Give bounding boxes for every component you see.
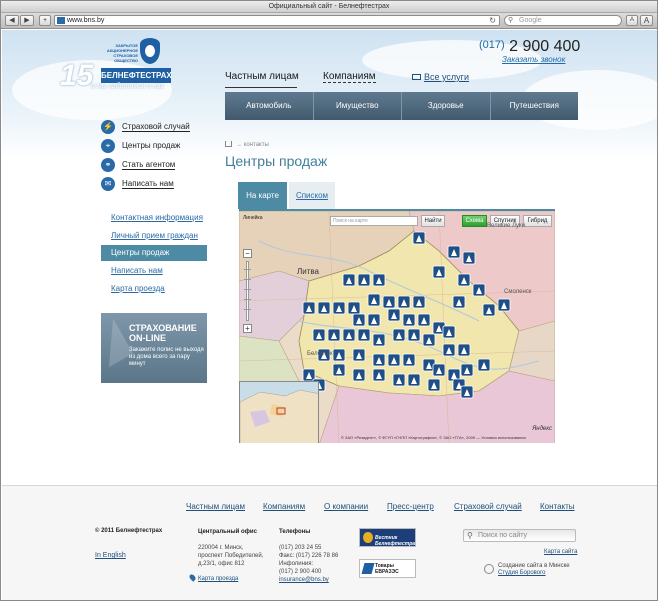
service-menu: Автомобиль Имущество Здоровье Путешестви… bbox=[225, 92, 578, 120]
bulletin-logo-icon bbox=[363, 532, 373, 543]
logo-small-text: Закрытое акционерное страховое общество bbox=[106, 43, 138, 63]
quick-link-write-us[interactable]: ✉ Написать нам bbox=[101, 177, 211, 191]
topnav-active-underline bbox=[225, 87, 297, 88]
location-icon: ⌖ bbox=[101, 139, 115, 153]
map-label-velikie-luki: Великие Луки bbox=[487, 223, 525, 229]
map-find-button[interactable]: Найти bbox=[421, 215, 445, 227]
subnav-personal-reception[interactable]: Личный прием граждан bbox=[101, 228, 207, 244]
topnav-private[interactable]: Частным лицам bbox=[225, 71, 299, 82]
quick-link-sales-centers[interactable]: ⌖ Центры продаж bbox=[101, 139, 211, 153]
browser-toolbar: ◀ ▶ + www.bns.by ↻ ⚲ Google A A bbox=[1, 13, 657, 29]
search-icon: ⚲ bbox=[508, 17, 514, 24]
footer-link-private[interactable]: Частным лицам bbox=[186, 502, 245, 511]
central-office: Центральный офис 220004 г. Минск, проспе… bbox=[198, 529, 264, 567]
footer-link-companies[interactable]: Компаниям bbox=[263, 502, 305, 511]
subnav-sales-centers[interactable]: Центры продаж bbox=[101, 245, 207, 261]
web-page: Закрытое акционерное страховое общество … bbox=[2, 30, 657, 600]
sales-centers-map[interactable]: Линейка Поиск на карте Найти Схема Спутн… bbox=[239, 209, 555, 443]
menu-item-property[interactable]: Имущество bbox=[314, 92, 402, 120]
page-title: Центры продаж bbox=[225, 153, 328, 169]
promo-text: Закажите полис не выходя из дома всего з… bbox=[129, 347, 204, 367]
zoom-out-button[interactable]: − bbox=[243, 249, 252, 258]
map-label-smolensk: Смоленск bbox=[504, 289, 532, 295]
map-provider-logo: Яндекс bbox=[532, 426, 552, 432]
map-pin-icon bbox=[188, 573, 197, 582]
zoom-slider-track[interactable] bbox=[246, 261, 249, 321]
favicon-icon bbox=[57, 17, 65, 24]
site-search-input[interactable]: ⚲ Поиск по сайту bbox=[463, 529, 576, 542]
handshake-icon: ⚭ bbox=[101, 158, 115, 172]
logo[interactable]: БЕЛНЕФТЕСТРАХ bbox=[101, 68, 172, 83]
in-english-link[interactable]: In English bbox=[95, 552, 126, 559]
zoom-in-button[interactable]: + bbox=[243, 324, 252, 333]
address-bar[interactable]: www.bns.by ↻ bbox=[54, 15, 500, 26]
footer-link-insured-event[interactable]: Страховой случай bbox=[454, 502, 522, 511]
footer-link-press[interactable]: Пресс-центр bbox=[387, 502, 434, 511]
font-larger-button[interactable]: A bbox=[640, 15, 653, 26]
eurasec-logo-icon bbox=[361, 563, 375, 574]
email-link[interactable]: insurance@bns.by bbox=[279, 577, 329, 583]
bulletin-badge[interactable]: Вестник Белнефтестраха bbox=[359, 528, 416, 547]
map-overview-minimap[interactable] bbox=[239, 381, 319, 443]
envelope-icon: ✉ bbox=[101, 177, 115, 191]
map-copyright: © ЗАО «Резидент», © ФГУП «ГНПП «Картогра… bbox=[341, 435, 526, 440]
forward-button[interactable]: ▶ bbox=[20, 15, 34, 26]
all-services-link[interactable]: Все услуги bbox=[412, 72, 469, 82]
search-icon: ⚲ bbox=[467, 531, 473, 540]
footer-link-contacts[interactable]: Контакты bbox=[540, 502, 575, 511]
studio-link[interactable]: Студия Борового bbox=[498, 570, 546, 576]
online-insurance-banner[interactable]: СТРАХОВАНИЕ ON-LINE Закажите полис не вых… bbox=[101, 313, 207, 383]
quick-link-insured-event[interactable]: ⚡ Страховой случай bbox=[101, 120, 211, 134]
site-creator: Создание сайта в Минске Студия Борового bbox=[484, 563, 570, 577]
phones: Телефоны (017) 203 24 55 Факс: (017) 226… bbox=[279, 529, 339, 583]
phone-number: (017) 2 900 400 bbox=[479, 38, 581, 55]
window-title: Официальный сайт - Белнефтестрах bbox=[1, 1, 657, 13]
home-icon[interactable] bbox=[225, 141, 232, 147]
callback-link[interactable]: Заказать звонок bbox=[502, 55, 565, 64]
map-search-input[interactable]: Поиск на карте bbox=[330, 216, 418, 226]
map-mode-scheme[interactable]: Схема bbox=[462, 215, 487, 227]
map-zoom-control[interactable]: − + bbox=[243, 249, 252, 333]
map-mode-hybrid[interactable]: Гибрид bbox=[523, 215, 552, 227]
menu-item-health[interactable]: Здоровье bbox=[402, 92, 491, 120]
browser-search-input[interactable]: ⚲ Google bbox=[504, 15, 622, 26]
footer-link-about[interactable]: О компании bbox=[324, 502, 368, 511]
breadcrumb: → контакты bbox=[225, 141, 269, 148]
logo-slogan: и мы заботимся о вас bbox=[91, 83, 164, 90]
subnav-route-map[interactable]: Карта проезда bbox=[101, 281, 207, 297]
eurasec-goods-badge[interactable]: Товары ЕВРАЗЭС bbox=[359, 559, 416, 578]
map-ruler-label[interactable]: Линейка bbox=[243, 215, 263, 221]
grid-icon bbox=[412, 74, 421, 80]
topnav-companies[interactable]: Компаниям bbox=[323, 71, 376, 83]
menu-item-travel[interactable]: Путешествия bbox=[491, 92, 579, 120]
browser-window: Официальный сайт - Белнефтестрах ◀ ▶ + w… bbox=[0, 0, 658, 601]
font-smaller-button[interactable]: A bbox=[626, 15, 638, 26]
reload-icon[interactable]: ↻ bbox=[489, 16, 496, 25]
address-text: www.bns.by bbox=[67, 17, 105, 24]
tab-on-map[interactable]: На карте bbox=[238, 182, 287, 209]
promo-title: СТРАХОВАНИЕ ON-LINE bbox=[129, 323, 197, 343]
studio-logo-icon bbox=[484, 564, 494, 574]
route-map-link[interactable]: Карта проезда bbox=[188, 573, 238, 582]
add-bookmark-button[interactable]: + bbox=[39, 15, 51, 26]
subnav-write-us[interactable]: Написать нам bbox=[101, 263, 207, 279]
sitemap-link[interactable]: Карта сайта bbox=[544, 549, 577, 555]
back-button[interactable]: ◀ bbox=[5, 15, 19, 26]
subnav-contact-info[interactable]: Контактная информация bbox=[101, 210, 207, 226]
lightning-icon: ⚡ bbox=[101, 120, 115, 134]
menu-item-auto[interactable]: Автомобиль bbox=[225, 92, 314, 120]
footer-copyright: © 2011 Белнефтестрах bbox=[95, 528, 163, 534]
tab-list[interactable]: Списком bbox=[289, 182, 335, 209]
quick-link-become-agent[interactable]: ⚭ Стать агентом bbox=[101, 158, 211, 172]
map-label-lithuania: Литва bbox=[297, 267, 319, 276]
map-label-bialystok: Белосток bbox=[307, 351, 333, 357]
anniversary-number: 15 bbox=[60, 59, 94, 92]
